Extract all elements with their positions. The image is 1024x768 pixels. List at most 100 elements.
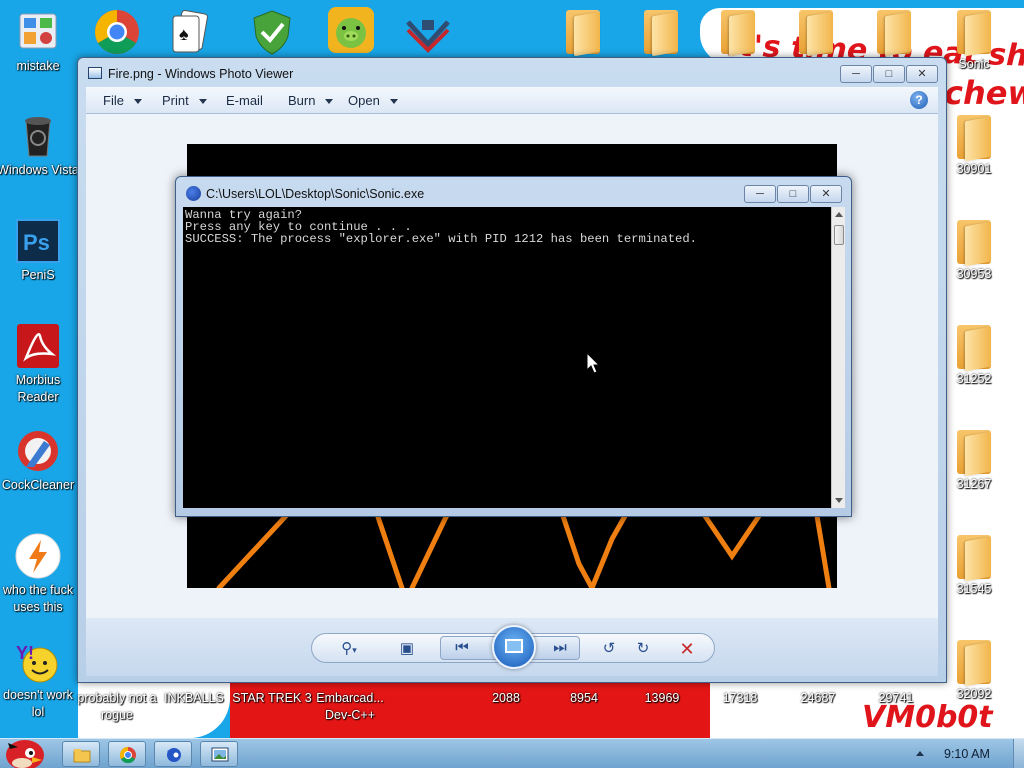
delete-icon[interactable]: ✕: [674, 638, 700, 660]
taskbar-explorer[interactable]: [62, 741, 100, 767]
control-panel-icon: [14, 8, 62, 56]
chevron-down-icon: [325, 99, 334, 105]
desktop-icon-label: who the fuck uses this: [2, 583, 74, 614]
desktop-icon-cockcleaner[interactable]: CockCleaner: [0, 427, 80, 494]
menu-email[interactable]: E-mail: [226, 93, 263, 108]
vmware-icon: [404, 8, 452, 56]
menu-print[interactable]: Print: [162, 93, 207, 108]
desktop-folder[interactable]: [541, 10, 625, 57]
svg-text:Y!: Y!: [16, 643, 34, 663]
chrome-icon: [119, 746, 137, 764]
security-shield-icon: [248, 8, 296, 56]
menu-open[interactable]: Open: [348, 93, 398, 108]
desktop-icon-bad-piggies[interactable]: [309, 6, 393, 54]
chrome-icon: [93, 8, 141, 56]
desktop-icon-security[interactable]: [230, 8, 314, 56]
desktop-folder[interactable]: 13969: [620, 688, 704, 707]
show-desktop-button[interactable]: [1013, 739, 1024, 768]
actual-size-icon[interactable]: ▣: [394, 638, 420, 660]
taskbar-sonic[interactable]: [154, 741, 192, 767]
desktop-icon-probably-not-a-rogue[interactable]: probably not a rogue: [75, 688, 159, 724]
scroll-thumb[interactable]: [834, 225, 844, 245]
desktop-icon-label: INKBALLS: [164, 691, 224, 705]
svg-text:Ps: Ps: [23, 230, 50, 255]
desktop-icon-label: CockCleaner: [1, 478, 75, 492]
viewer-titlebar[interactable]: Fire.png - Windows Photo Viewer ─ □ ✕: [78, 58, 946, 88]
desktop-icon-label: 13969: [644, 691, 680, 705]
menu-burn[interactable]: Burn: [288, 93, 334, 108]
folder-icon: [957, 640, 991, 687]
folder-icon: [957, 535, 991, 582]
show-hidden-icons-icon[interactable]: [916, 751, 924, 756]
previous-icon[interactable]: ⏮: [449, 637, 475, 659]
scroll-down-icon[interactable]: [835, 498, 843, 503]
menu-file[interactable]: File: [103, 93, 142, 108]
maximize-button[interactable]: □: [873, 65, 905, 83]
desktop-icon-mistake[interactable]: mistake: [0, 8, 80, 75]
desktop-icon-label: 2088: [492, 691, 520, 705]
desktop-folder[interactable]: 29741: [854, 688, 938, 707]
folder-icon: [644, 10, 678, 57]
desktop-folder[interactable]: [774, 10, 858, 57]
desktop-icon-who-uses-this[interactable]: who the fuck uses this: [0, 532, 80, 616]
console-minimize-button[interactable]: ─: [744, 185, 776, 203]
desktop-icon-label: probably not a rogue: [77, 691, 157, 722]
viewer-menubar: File Print E-mail Burn Open ?: [86, 87, 938, 114]
desktop-icon-label: PeniS: [21, 268, 55, 282]
desktop-folder[interactable]: 24687: [776, 688, 860, 707]
viewer-controls: ⚲▾ ▣ ⏮ ⏭ ↺ ↻ ✕: [86, 618, 938, 676]
viewer-toolbar: ⚲▾ ▣ ⏮ ⏭ ↺ ↻ ✕: [311, 625, 715, 669]
desktop-icon-solitaire[interactable]: ♠: [147, 8, 231, 56]
desktop-icon-label: Embarcad... Dev-C++: [316, 691, 384, 722]
taskbar-chrome[interactable]: [108, 741, 146, 767]
menu-label: Burn: [288, 93, 316, 108]
console-close-button[interactable]: ✕: [810, 185, 842, 203]
desktop-icon-dev-cpp[interactable]: Embarcad... Dev-C++: [308, 688, 392, 724]
desktop-icon-doesnt-work[interactable]: Y! doesn't work lol: [0, 637, 80, 721]
menu-label: Open: [348, 93, 380, 108]
console-maximize-button[interactable]: □: [777, 185, 809, 203]
console-line: SUCCESS: The process "explorer.exe" with…: [185, 232, 697, 246]
close-button[interactable]: ✕: [906, 65, 938, 83]
taskbar-photo-viewer[interactable]: [200, 741, 238, 767]
zoom-icon[interactable]: ⚲▾: [336, 638, 362, 660]
desktop-folder[interactable]: 17318: [698, 688, 782, 707]
desktop-icon-vmware[interactable]: [386, 8, 470, 56]
desktop-icon-morbius-reader[interactable]: Morbius Reader: [0, 322, 80, 406]
mouse-cursor-icon: [586, 352, 600, 374]
clock[interactable]: 9:10 AM: [944, 747, 990, 761]
next-icon[interactable]: ⏭: [547, 637, 573, 659]
desktop-folder[interactable]: [696, 10, 780, 57]
desktop-folder[interactable]: 8954: [542, 688, 626, 707]
ccleaner-icon: [14, 427, 62, 475]
start-button[interactable]: [2, 733, 46, 768]
recycle-bin-icon: [14, 112, 62, 160]
folder-icon: [566, 10, 600, 57]
menu-label: E-mail: [226, 93, 263, 108]
slideshow-button[interactable]: [492, 625, 536, 669]
minimize-button[interactable]: ─: [840, 65, 872, 83]
console-scrollbar[interactable]: [831, 207, 845, 508]
sonic-icon: [186, 186, 201, 201]
chevron-down-icon: [133, 99, 142, 105]
help-icon[interactable]: ?: [910, 91, 928, 109]
winamp-icon: [14, 532, 62, 580]
photo-viewer-icon: [211, 746, 229, 764]
folder-icon: [799, 10, 833, 57]
desktop-folder[interactable]: [852, 10, 936, 57]
desktop-icon-star-trek-3[interactable]: STAR TREK 3: [230, 688, 314, 707]
desktop-icon-label: 8954: [570, 691, 598, 705]
desktop-icon-inkballs[interactable]: INKBALLS: [152, 688, 236, 707]
wallpaper-text-chew: chew: [944, 74, 1024, 112]
scroll-up-icon[interactable]: [835, 212, 843, 217]
console-window[interactable]: C:\Users\LOL\Desktop\Sonic\Sonic.exe ─ □…: [175, 176, 852, 517]
console-output[interactable]: Wanna try again? Press any key to contin…: [183, 207, 831, 508]
desktop-icon-label: 29741: [878, 691, 914, 705]
desktop-icon-penis[interactable]: Ps PeniS: [0, 217, 80, 284]
desktop-folder[interactable]: 2088: [464, 688, 548, 707]
rotate-clockwise-icon[interactable]: ↻: [630, 638, 656, 660]
rotate-counterclockwise-icon[interactable]: ↺: [596, 638, 622, 660]
explorer-icon: [73, 746, 91, 764]
desktop-icon-windows-vista[interactable]: Windows Vista: [0, 112, 80, 179]
desktop-folder[interactable]: [619, 10, 703, 57]
